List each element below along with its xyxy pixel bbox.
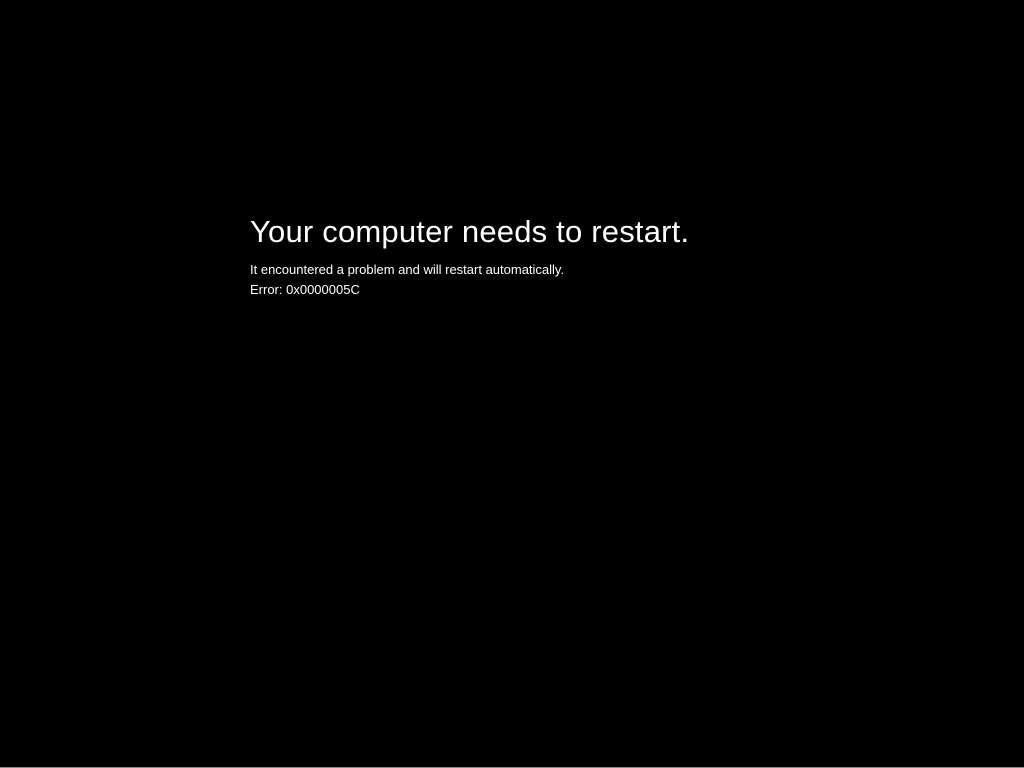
restart-error-screen: Your computer needs to restart. It encou… [250, 213, 689, 299]
error-code: Error: 0x0000005C [250, 280, 689, 300]
error-heading: Your computer needs to restart. [250, 213, 689, 250]
error-subtext: It encountered a problem and will restar… [250, 260, 689, 280]
